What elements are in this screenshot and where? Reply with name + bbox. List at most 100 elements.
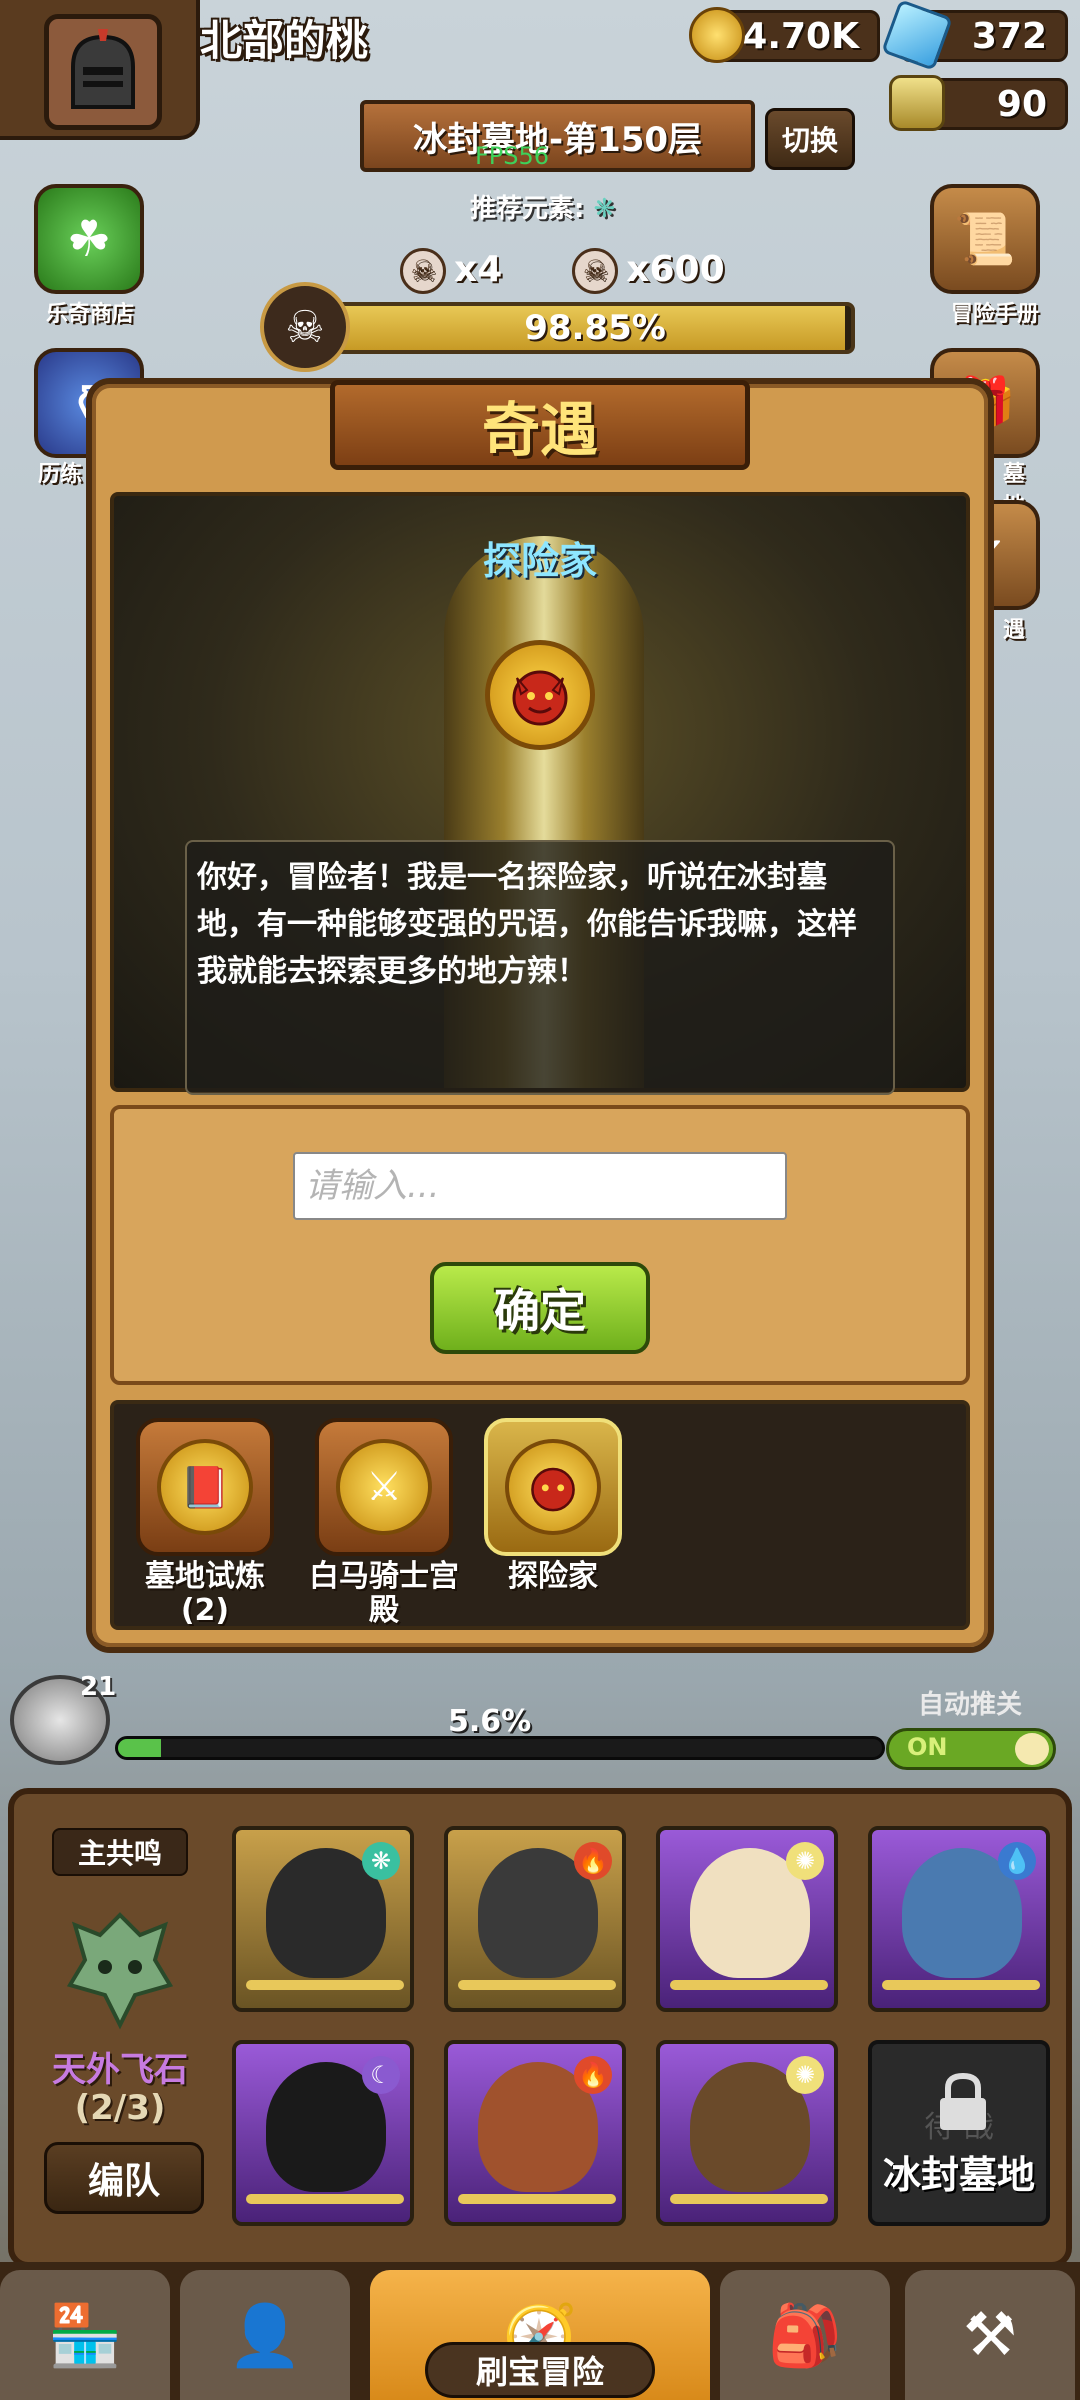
recommended-element-label: 推荐元素: bbox=[470, 194, 585, 224]
player-name: 北部的桃 bbox=[200, 16, 369, 65]
hero-level-bar bbox=[670, 1980, 828, 1990]
locked-slot-text: 冰封墓地 bbox=[882, 2153, 1035, 2197]
hero-level-bar-fill bbox=[246, 2194, 404, 2204]
npc-dialog: 你好，冒险者！我是一名探险家，听说在冰封墓地，有一种能够变强的咒语，你能告诉我嘛… bbox=[185, 840, 895, 1095]
locked-hero-slot[interactable]: 待 战 冰封墓地 bbox=[868, 2040, 1050, 2226]
book-medal-icon: 📕 bbox=[157, 1439, 253, 1535]
stage-title-text: 冰封墓地-第150层 bbox=[412, 119, 703, 160]
wind-element-icon: ❋ bbox=[362, 1842, 400, 1880]
npc-name: 探险家 bbox=[482, 539, 597, 583]
demon-face-icon bbox=[531, 1467, 575, 1512]
toggle-state: ON bbox=[907, 1733, 948, 1761]
wind-element-icon: ❋ bbox=[593, 194, 616, 224]
hero-level-bar bbox=[246, 2194, 404, 2204]
encounter-item-graveyard-trial[interactable]: 📕 墓地试炼 (2) bbox=[130, 1418, 280, 1628]
skull-icon: ☠ bbox=[400, 248, 446, 294]
hero-level-bar-fill bbox=[670, 2194, 828, 2204]
event-icon-frame: 📕 bbox=[136, 1418, 274, 1556]
fire-element-icon: 🔥 bbox=[574, 2056, 612, 2094]
hammer-icon: ⚒ bbox=[963, 2300, 1017, 2370]
demon-medal-icon bbox=[505, 1439, 601, 1535]
hero-level-bar bbox=[458, 1980, 616, 1990]
lead-resonance-name: 天外飞石 bbox=[52, 2050, 188, 2090]
dark-element-icon: ☾ bbox=[362, 2056, 400, 2094]
adventure-manual-label: 冒险手册 bbox=[950, 302, 1039, 327]
encounter-item-explorer[interactable]: 探险家 bbox=[478, 1418, 628, 1594]
lead-resonance-tag: 主共鸣 bbox=[52, 1828, 188, 1876]
stage-progress-text: 5.6% bbox=[448, 1704, 532, 1739]
nav-backpack[interactable]: 🎒 bbox=[720, 2270, 890, 2400]
auto-advance-toggle[interactable]: ON bbox=[886, 1728, 1056, 1770]
switch-stage-button[interactable]: 切换 bbox=[765, 108, 855, 170]
hero-level-bar-fill bbox=[458, 2194, 616, 2204]
kill-counter-large: ☠ x600 bbox=[572, 248, 725, 294]
hero-level-bar-fill bbox=[458, 1980, 616, 1990]
hero-card-desert-warrior[interactable]: 🔥 bbox=[444, 2040, 626, 2226]
event-icon-frame-selected bbox=[484, 1418, 622, 1556]
demon-face-icon bbox=[512, 670, 568, 726]
kill-counter-small-value: x4 bbox=[454, 249, 503, 290]
stage-progress-bar bbox=[115, 1736, 885, 1760]
kill-counters: ☠ x4 ☠ x600 bbox=[400, 248, 725, 294]
hero-card-witch[interactable]: 🔥 bbox=[444, 1826, 626, 2012]
stage-progress-fill bbox=[118, 1739, 161, 1757]
nav-shop[interactable]: 🏪 bbox=[0, 2270, 170, 2400]
hero-level-bar-fill bbox=[882, 1980, 1040, 1990]
encounter-label: 探险家 bbox=[508, 1559, 598, 1594]
knight-medal-icon: ⚔ bbox=[336, 1439, 432, 1535]
answer-input[interactable] bbox=[293, 1152, 787, 1220]
light-element-icon: ✺ bbox=[786, 2056, 824, 2094]
chest-count: 21 bbox=[80, 1672, 117, 1702]
gem-value: 372 bbox=[971, 15, 1047, 57]
gold-coin-icon bbox=[689, 7, 745, 63]
player-avatar[interactable] bbox=[44, 14, 162, 130]
hero-card-mage[interactable]: 💧 bbox=[868, 1826, 1050, 2012]
hero-card-king[interactable]: ✺ bbox=[656, 1826, 838, 2012]
potion-icon bbox=[889, 75, 945, 131]
hero-level-bar bbox=[882, 1980, 1040, 1990]
clover-icon: ☘ bbox=[66, 210, 112, 268]
modal-title: 奇遇 bbox=[330, 380, 750, 470]
hero-card-bearded-warrior[interactable]: ✺ bbox=[656, 2040, 838, 2226]
encounter-label: 白马骑士宫殿 bbox=[309, 1559, 459, 1628]
boss-skull-icon: ☠ bbox=[260, 282, 350, 372]
gem-counter: 372 bbox=[881, 0, 1068, 71]
gem-icon bbox=[881, 0, 953, 71]
potion-counter: 90 bbox=[889, 75, 1068, 131]
toggle-knob bbox=[1015, 1733, 1049, 1765]
kill-counter-small: ☠ x4 bbox=[400, 248, 502, 294]
hero-card-knight[interactable]: ❋ bbox=[232, 1826, 414, 2012]
lead-resonance-count: (2/3) bbox=[74, 2088, 166, 2128]
skull-icon: ☠ bbox=[572, 248, 619, 294]
hero-card-reaper[interactable]: ☾ bbox=[232, 2040, 414, 2226]
demon-medal-icon bbox=[485, 640, 595, 750]
dragon-skull-icon[interactable] bbox=[55, 1905, 185, 2035]
water-element-icon: 💧 bbox=[998, 1842, 1036, 1880]
confirm-button[interactable]: 确定 bbox=[430, 1262, 650, 1354]
encounter-list: 📕 墓地试炼 (2) ⚔ 白马骑士宫殿 探险家 bbox=[110, 1400, 970, 1630]
recommended-element: 推荐元素: ❋ bbox=[470, 188, 615, 225]
shop-icon: 🏪 bbox=[47, 2300, 123, 2371]
nav-forge[interactable]: ⚒ bbox=[905, 2270, 1075, 2400]
event-icon-frame: ⚔ bbox=[315, 1418, 453, 1556]
gold-counter: 94.70K bbox=[689, 7, 880, 63]
hero-level-bar-fill bbox=[670, 1980, 828, 1990]
encounter-item-white-knight-palace[interactable]: ⚔ 白马骑士宫殿 bbox=[299, 1418, 469, 1628]
auto-advance-label: 自动推关 bbox=[918, 1690, 1023, 1720]
backpack-icon: 🎒 bbox=[767, 2300, 843, 2371]
knight-helmet-icon bbox=[71, 29, 135, 109]
nav-active-label: 刷宝冒险 bbox=[425, 2342, 655, 2398]
team-edit-button[interactable]: 编队 bbox=[44, 2142, 204, 2214]
fire-element-icon: 🔥 bbox=[574, 1842, 612, 1880]
lock-icon bbox=[940, 2072, 986, 2130]
encounter-side-label: 遇 bbox=[1002, 618, 1025, 643]
adventure-manual-button[interactable]: 📜 bbox=[930, 184, 1040, 294]
lucky-shop-label: 乐奇商店 bbox=[45, 302, 134, 327]
lucky-shop-button[interactable]: ☘ bbox=[34, 184, 144, 294]
encounter-label: 墓地试炼 (2) bbox=[145, 1559, 265, 1628]
nav-heroes[interactable]: 👤 bbox=[180, 2270, 350, 2400]
hero-level-bar bbox=[246, 1980, 404, 1990]
potion-value: 90 bbox=[996, 83, 1047, 125]
hero-head-icon: 👤 bbox=[227, 2300, 303, 2371]
training-label: 历练 bbox=[37, 462, 82, 487]
